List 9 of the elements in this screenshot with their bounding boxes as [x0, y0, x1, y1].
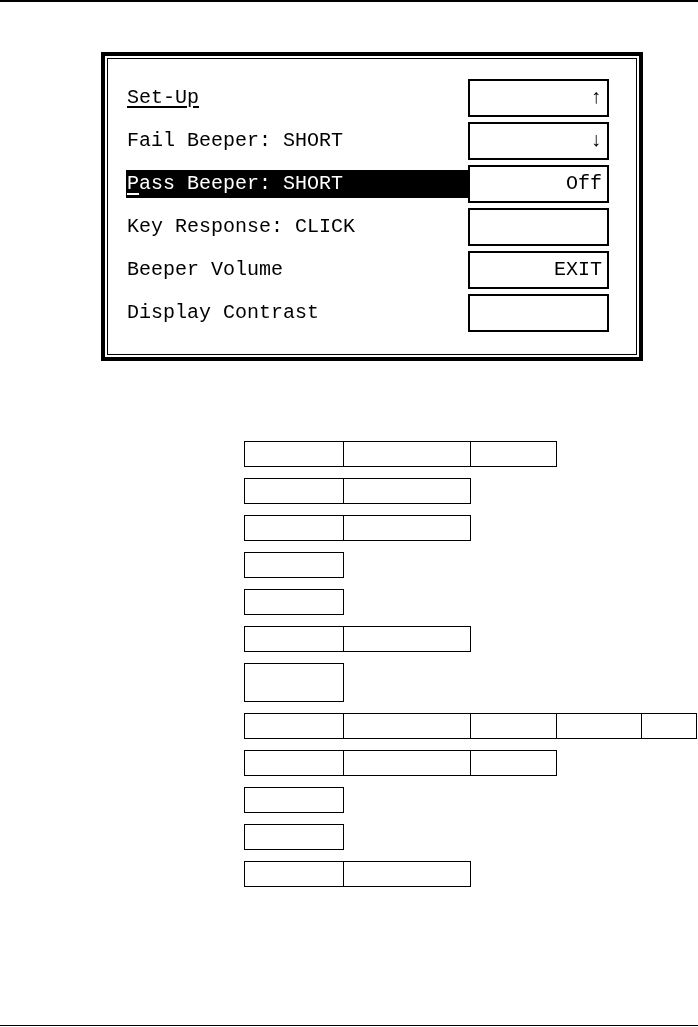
soft-key[interactable]: ↓ — [468, 122, 609, 160]
soft-key[interactable]: ↑ — [468, 79, 609, 117]
blank-cell — [641, 713, 697, 739]
menu-title: Set-Up — [126, 85, 199, 111]
menu-item[interactable]: Pass Beeper: SHORT — [126, 170, 468, 198]
soft-key[interactable]: EXIT — [468, 251, 609, 289]
soft-key[interactable]: Off — [468, 165, 609, 203]
blank-soft-key[interactable] — [468, 294, 609, 332]
blank-soft-key[interactable] — [468, 208, 609, 246]
